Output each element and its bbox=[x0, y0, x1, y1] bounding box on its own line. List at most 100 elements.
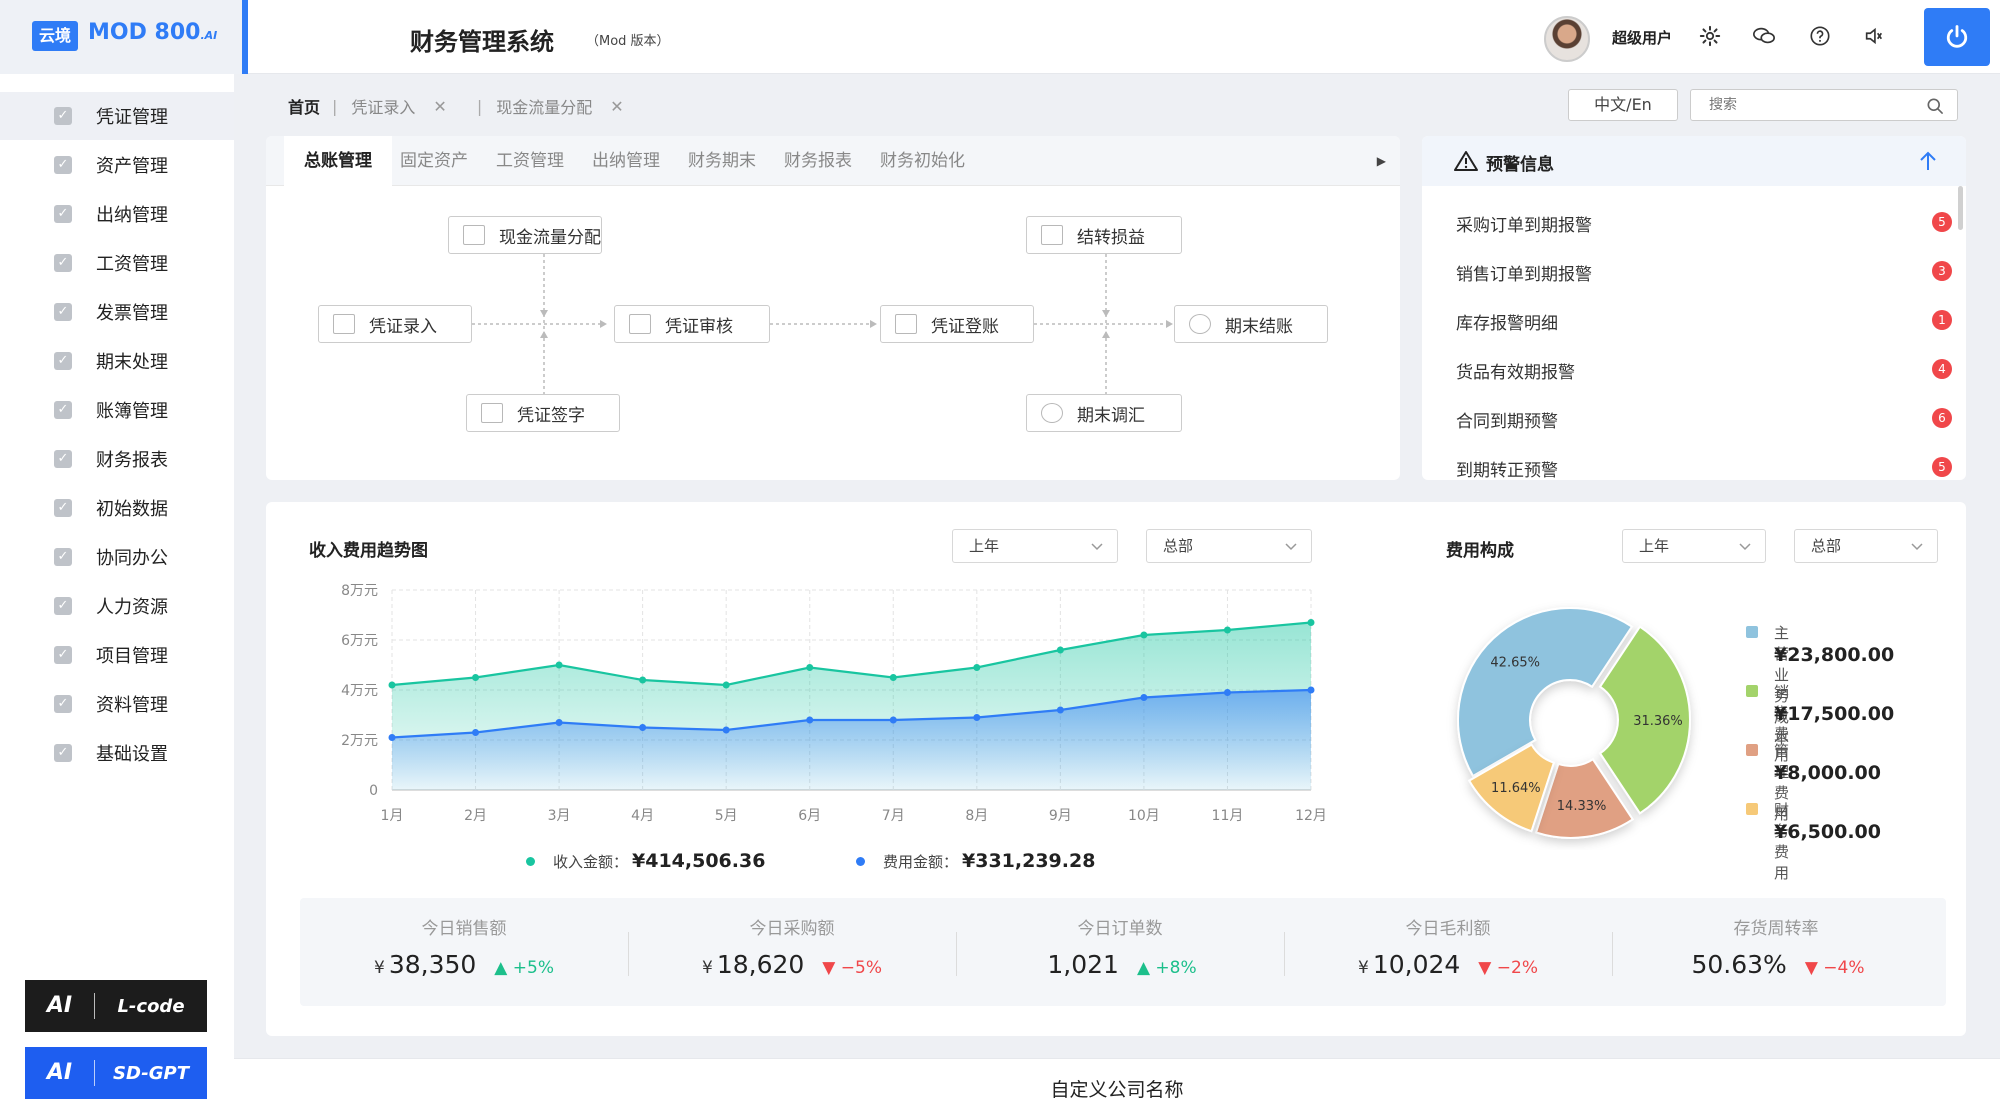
sidebar-item[interactable]: ✓ 基础设置 bbox=[0, 729, 234, 777]
scrollbar[interactable] bbox=[1958, 186, 1963, 230]
legend-expense: 费用金额： ¥331,239.28 bbox=[856, 850, 1095, 872]
arrow-up-icon[interactable] bbox=[1918, 150, 1938, 172]
help-icon[interactable] bbox=[1806, 22, 1834, 50]
avatar[interactable] bbox=[1544, 16, 1590, 62]
sidebar-item[interactable]: ✓ 工资管理 bbox=[0, 239, 234, 287]
close-icon[interactable]: ✕ bbox=[610, 97, 623, 116]
kpi-value-row: ¥38,350 ▲ +5% bbox=[300, 950, 628, 979]
checkbox-icon: ✓ bbox=[54, 205, 72, 223]
data-point bbox=[555, 719, 563, 726]
data-point bbox=[1307, 686, 1315, 694]
breadcrumb-home[interactable]: 首页 bbox=[288, 94, 320, 118]
warning-icon bbox=[1454, 151, 1478, 171]
data-point bbox=[1140, 631, 1148, 639]
kpi-currency: ¥ bbox=[701, 958, 713, 978]
chevron-down-icon bbox=[1911, 543, 1923, 551]
sidebar-item-label: 出纳管理 bbox=[96, 205, 168, 226]
flow-node-profit-transfer[interactable]: 结转损益 bbox=[1026, 216, 1182, 254]
legend-income: 收入金额： ¥414,506.36 bbox=[526, 850, 765, 872]
flow-node-voucher-sign[interactable]: 凭证签字 bbox=[466, 394, 620, 432]
checkbox-icon: ✓ bbox=[54, 303, 72, 321]
document-icon bbox=[629, 314, 651, 334]
checkbox-icon: ✓ bbox=[54, 352, 72, 370]
coin-icon bbox=[1189, 314, 1211, 334]
legend-label: 费用金额： bbox=[883, 852, 959, 871]
legend-swatch bbox=[1746, 685, 1758, 697]
sidebar-item[interactable]: ✓ 期末处理 bbox=[0, 337, 234, 385]
language-toggle[interactable]: 中文/En bbox=[1568, 89, 1678, 121]
search-input[interactable] bbox=[1709, 91, 1929, 119]
kpi-trend-wrap: ▼ −2% bbox=[1478, 958, 1538, 978]
logo-text: MOD 800.AI bbox=[88, 20, 217, 45]
kpi-trend: +8% bbox=[1155, 958, 1197, 978]
close-icon[interactable]: ✕ bbox=[433, 97, 446, 116]
sidebar-item-label: 协同办公 bbox=[96, 548, 168, 569]
power-button[interactable] bbox=[1924, 8, 1990, 66]
kpi-value-row: ¥10,024 ▼ −2% bbox=[1284, 950, 1612, 979]
sidebar-item[interactable]: ✓ 账簿管理 bbox=[0, 386, 234, 434]
pie-period-select[interactable]: 上年 bbox=[1622, 529, 1766, 563]
sidebar-item[interactable]: ✓ 财务报表 bbox=[0, 435, 234, 483]
flow-node-label: 凭证签字 bbox=[517, 405, 585, 426]
checkbox-icon: ✓ bbox=[54, 744, 72, 762]
arrow-up-icon: ▲ bbox=[1136, 958, 1156, 978]
checkbox-icon: ✓ bbox=[54, 401, 72, 419]
pie-percent-label: 31.36% bbox=[1633, 714, 1683, 729]
logo[interactable]: 云境 MOD 800.AI bbox=[0, 0, 248, 74]
breadcrumb-tab[interactable]: 现金流量分配 bbox=[496, 94, 592, 118]
trend-scope-select[interactable]: 总部 bbox=[1146, 529, 1312, 563]
data-point bbox=[472, 729, 480, 736]
data-point bbox=[388, 681, 396, 689]
breadcrumb-tab[interactable]: 凭证录入 bbox=[351, 94, 415, 118]
sidebar-item[interactable]: ✓ 凭证管理 bbox=[0, 92, 234, 140]
flow-node-voucher-audit[interactable]: 凭证审核 bbox=[614, 305, 770, 343]
sidebar-item[interactable]: ✓ 出纳管理 bbox=[0, 190, 234, 238]
flow-node-cash-flow[interactable]: 现金流量分配 bbox=[448, 216, 602, 254]
sidebar-item[interactable]: ✓ 资产管理 bbox=[0, 141, 234, 189]
flow-node-voucher-entry[interactable]: 凭证录入 bbox=[318, 305, 472, 343]
sidebar-item-label: 凭证管理 bbox=[96, 107, 168, 128]
gear-icon[interactable] bbox=[1696, 22, 1724, 50]
checkbox-icon: ✓ bbox=[54, 450, 72, 468]
data-point bbox=[555, 661, 563, 669]
kpi-value-row: 1,021 ▲ +8% bbox=[956, 950, 1284, 979]
sidebar-item[interactable]: ✓ 初始数据 bbox=[0, 484, 234, 532]
kpi-card: 今日销售额 ¥38,350 ▲ +5% bbox=[300, 898, 628, 1006]
warning-label: 采购订单到期报警 bbox=[1456, 216, 1592, 236]
x-tick-label: 4月 bbox=[631, 808, 654, 824]
sidebar-item[interactable]: ✓ 发票管理 bbox=[0, 288, 234, 336]
ai-button[interactable]: AI L-code bbox=[25, 980, 207, 1032]
sidebar-item[interactable]: ✓ 项目管理 bbox=[0, 631, 234, 679]
count-badge: 4 bbox=[1932, 359, 1952, 379]
logo-sup: .AI bbox=[200, 29, 218, 42]
chat-icon[interactable] bbox=[1750, 22, 1778, 50]
ai-button[interactable]: AI SD-GPT bbox=[25, 1047, 207, 1099]
kpi-value: 50.63% bbox=[1691, 950, 1787, 979]
pie-scope-select[interactable]: 总部 bbox=[1794, 529, 1938, 563]
kpi-value-row: ¥18,620 ▼ −5% bbox=[628, 950, 956, 979]
flow-node-label: 现金流量分配 bbox=[499, 227, 601, 248]
kpi-value-row: 50.63% ▼ −4% bbox=[1612, 950, 1940, 979]
sidebar-item[interactable]: ✓ 资料管理 bbox=[0, 680, 234, 728]
sidebar-item[interactable]: ✓ 协同办公 bbox=[0, 533, 234, 581]
flow-node-voucher-posting[interactable]: 凭证登账 bbox=[880, 305, 1034, 343]
legend-value: ¥17,500.00 bbox=[1774, 703, 1895, 725]
username[interactable]: 超级用户 bbox=[1612, 27, 1672, 48]
trend-period-select[interactable]: 上年 bbox=[952, 529, 1118, 563]
sidebar-item-label: 资料管理 bbox=[96, 695, 168, 716]
flow-node-label: 期末结账 bbox=[1225, 316, 1293, 337]
flow-node-period-close[interactable]: 期末结账 bbox=[1174, 305, 1328, 343]
sidebar-item-label: 基础设置 bbox=[96, 744, 168, 765]
data-point bbox=[639, 724, 647, 731]
legend-dot bbox=[856, 856, 865, 866]
search-icon[interactable] bbox=[1925, 96, 1945, 116]
ai-label: AI bbox=[25, 1060, 95, 1086]
speaker-icon[interactable] bbox=[1860, 22, 1888, 50]
flow-node-fx-adjust[interactable]: 期末调汇 bbox=[1026, 394, 1182, 432]
count-badge: 3 bbox=[1932, 261, 1952, 281]
sidebar-item-label: 人力资源 bbox=[96, 597, 168, 618]
sidebar-item[interactable]: ✓ 人力资源 bbox=[0, 582, 234, 630]
checkbox-icon: ✓ bbox=[54, 548, 72, 566]
kpi-label: 存货周转率 bbox=[1733, 919, 1819, 939]
data-point bbox=[722, 726, 730, 734]
